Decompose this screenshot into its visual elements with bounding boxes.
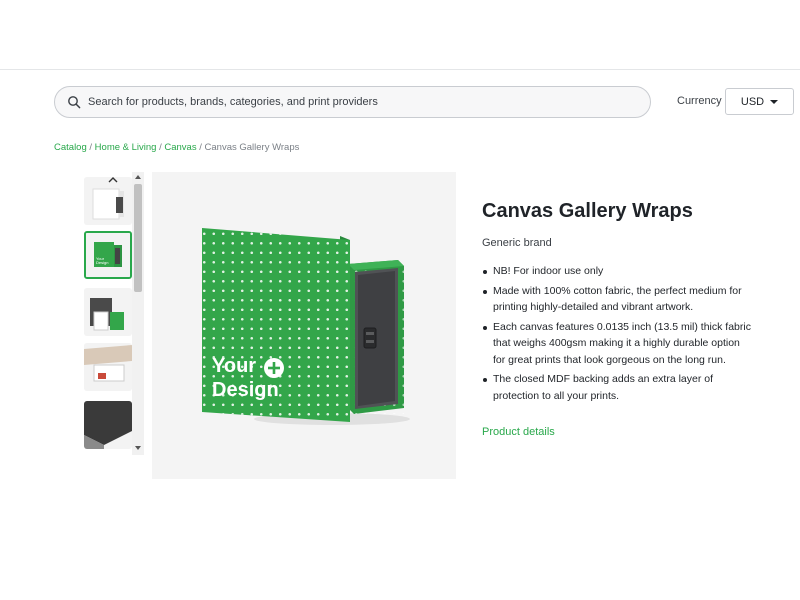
breadcrumb-catalog[interactable]: Catalog	[54, 142, 87, 153]
thumbnail-scroll-up-icon[interactable]	[107, 176, 119, 184]
top-navigation-bar	[0, 0, 800, 70]
canvas-text-your: Your	[212, 355, 256, 377]
breadcrumb-canvas[interactable]: Canvas	[164, 142, 196, 153]
scroll-down-arrow-icon[interactable]	[135, 446, 141, 450]
product-details-link[interactable]: Product details	[482, 426, 555, 438]
chevron-down-icon	[770, 99, 779, 104]
product-brand: Generic brand	[482, 237, 552, 249]
breadcrumb-separator: /	[89, 142, 93, 153]
search-input[interactable]	[88, 96, 628, 108]
product-title: Canvas Gallery Wraps	[482, 200, 693, 222]
thumbnail-1[interactable]	[84, 177, 132, 225]
currency-dropdown[interactable]: USD	[725, 88, 794, 115]
thumbnail-3[interactable]	[84, 288, 132, 336]
breadcrumb: Catalog / Home & Living / Canvas / Canva…	[54, 142, 299, 153]
feature-item: NB! For indoor use only	[482, 263, 752, 280]
breadcrumb-home-living[interactable]: Home & Living	[95, 142, 157, 153]
feature-item: Each canvas features 0.0135 inch (13.5 m…	[482, 319, 752, 369]
currency-value: USD	[740, 95, 765, 108]
product-features-list: NB! For indoor use only Made with 100% c…	[482, 263, 752, 407]
scrollbar-thumb[interactable]	[134, 184, 142, 292]
breadcrumb-separator: /	[199, 142, 202, 153]
scroll-up-arrow-icon[interactable]	[135, 175, 141, 179]
thumbnail-scrollbar[interactable]	[132, 172, 144, 455]
svg-text:Design: Design	[96, 260, 108, 265]
search-bar[interactable]	[54, 86, 651, 118]
breadcrumb-current: Canvas Gallery Wraps	[204, 142, 300, 153]
breadcrumb-separator: /	[159, 142, 162, 153]
thumbnail-2[interactable]: Your Design	[84, 231, 132, 279]
main-product-image: Your Design	[152, 172, 456, 479]
currency-label: Currency	[677, 95, 722, 107]
plus-circle-icon	[264, 358, 284, 378]
feature-item: The closed MDF backing adds an extra lay…	[482, 371, 752, 404]
feature-item: Made with 100% cotton fabric, the perfec…	[482, 283, 752, 316]
search-icon	[68, 96, 81, 109]
canvas-text-design: Design	[212, 379, 279, 401]
thumbnail-5[interactable]	[84, 401, 132, 449]
thumbnail-4[interactable]	[84, 343, 132, 391]
